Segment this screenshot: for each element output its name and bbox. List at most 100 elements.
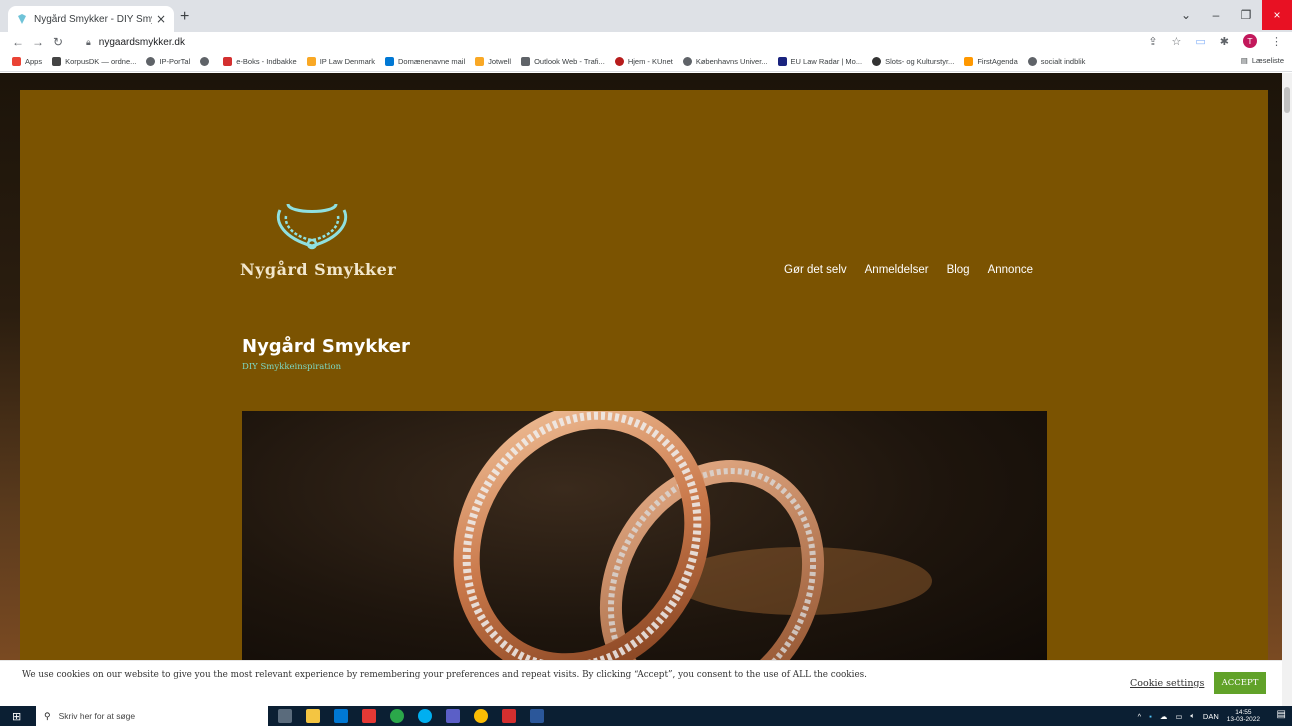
window-close-button[interactable]: × — [1262, 0, 1292, 30]
teams-app-icon[interactable] — [446, 709, 460, 723]
back-arrow-icon[interactable]: ← — [8, 35, 28, 49]
bookmark-favicon-icon — [475, 57, 485, 66]
share-icon[interactable]: ⇪ — [1148, 35, 1157, 48]
bookmark-star-icon[interactable]: ☆ — [1172, 35, 1182, 48]
task-view-icon[interactable] — [278, 709, 292, 723]
bookmark-item[interactable]: IP Law Denmark — [306, 57, 375, 66]
browser-tab-active[interactable]: Nygård Smykker - DIY Smykkeins × — [8, 6, 174, 32]
language-indicator[interactable]: DAN — [1203, 712, 1219, 721]
outlook-icon — [385, 57, 395, 66]
hero-image-rings — [242, 411, 1047, 660]
page-scrollbar[interactable] — [1282, 73, 1292, 706]
outlook-app-icon[interactable] — [334, 709, 348, 723]
volume-icon[interactable]: 🔈︎ — [1190, 711, 1195, 721]
system-tray: ^ ▪ ☁ ▭ 🔈︎ DAN 14:55 13-03-2022 — [1138, 709, 1260, 723]
windows-start-icon[interactable]: ⊞ — [12, 710, 21, 723]
cookie-message: We use cookies on our website to give yo… — [22, 670, 867, 680]
nav-item-diy[interactable]: Gør det selv — [784, 264, 847, 276]
bookmark-item[interactable]: Jotwell — [475, 57, 511, 66]
bookmark-item[interactable]: Slots- og Kulturstyr... — [872, 57, 954, 66]
forward-arrow-icon[interactable]: → — [28, 35, 48, 49]
globe-icon — [200, 57, 210, 66]
nav-item-ads[interactable]: Annonce — [988, 264, 1033, 276]
bookmark-favicon-icon — [52, 57, 62, 66]
logo-text: Nygård Smykker — [240, 260, 397, 279]
edge-app-icon[interactable] — [390, 709, 404, 723]
extension-doc-icon[interactable]: ▭ — [1195, 35, 1205, 48]
nav-item-blog[interactable]: Blog — [947, 264, 970, 276]
bookmark-item[interactable]: Domænenavne mail — [385, 57, 465, 66]
cookie-consent-bar: We use cookies on our website to give yo… — [0, 660, 1282, 706]
bookmark-item[interactable]: socialt indblik — [1027, 57, 1085, 66]
taskbar-search-box[interactable]: ⚲ Skriv her for at søge — [36, 706, 268, 726]
word-app-icon[interactable] — [530, 709, 544, 723]
page-viewport: Nygård Smykker Gør det selv Anmeldelser … — [0, 73, 1282, 660]
bookmark-favicon-icon — [964, 57, 974, 66]
reading-list-icon: ▤ — [1240, 56, 1248, 65]
reading-list-button[interactable]: ▤ Læseliste — [1241, 56, 1284, 65]
tab-close-icon[interactable]: × — [156, 12, 166, 26]
bookmark-item[interactable]: Outlook Web - Trafi... — [521, 57, 605, 66]
minimize-button[interactable]: – — [1200, 0, 1232, 30]
nav-item-reviews[interactable]: Anmeldelser — [865, 264, 929, 276]
site-header-area: Nygård Smykker Gør det selv Anmeldelser … — [20, 90, 1268, 660]
tab-strip: Nygård Smykker - DIY Smykkeins × + ⌄ – ❐… — [0, 0, 1292, 32]
bookmark-favicon-icon — [872, 57, 882, 66]
bookmark-favicon-icon — [306, 57, 316, 66]
tab-title: Nygård Smykker - DIY Smykkeins — [34, 13, 152, 25]
lock-icon: 🔒︎ — [86, 36, 91, 47]
network-icon[interactable]: ▭ — [1175, 712, 1182, 721]
bookmark-item[interactable]: Apps — [12, 57, 42, 66]
document-icon — [521, 57, 531, 66]
tray-chevron-icon[interactable]: ^ — [1138, 712, 1142, 721]
url-text: nygaardsmykker.dk — [98, 36, 185, 48]
cookie-settings-link[interactable]: Cookie settings — [1130, 678, 1204, 689]
globe-icon — [146, 57, 156, 66]
bookmark-item[interactable]: IP-PorTal — [146, 57, 190, 66]
accept-cookies-button[interactable]: ACCEPT — [1214, 672, 1266, 694]
browser-menu-icon[interactable]: ⋮ — [1271, 35, 1282, 48]
bookmark-favicon-icon — [614, 57, 624, 66]
extensions-puzzle-icon[interactable]: ✱ — [1220, 35, 1229, 48]
notification-center-icon[interactable]: ▤ — [1277, 709, 1286, 720]
bookmark-item[interactable]: Københavns Univer... — [682, 57, 768, 66]
eboks-icon — [223, 57, 233, 66]
apps-grid-icon — [12, 57, 21, 66]
main-nav: Gør det selv Anmeldelser Blog Annonce — [784, 264, 1033, 276]
site-tagline: DIY Smykkeinspiration — [242, 362, 342, 372]
taskbar-clock[interactable]: 14:55 13-03-2022 — [1227, 709, 1260, 723]
reload-icon[interactable]: ↻ — [48, 35, 68, 49]
bookmark-item[interactable]: FirstAgenda — [964, 57, 1018, 66]
bookmark-favicon-icon — [777, 57, 787, 66]
taskbar-search-placeholder: Skriv her for at søge — [58, 711, 136, 721]
onenote-app-icon[interactable] — [362, 709, 376, 723]
site-title[interactable]: Nygård Smykker — [242, 336, 410, 357]
browser-toolbar: ← → ↻ 🔒︎ nygaardsmykker.dk ⇪ ☆ ▭ ✱ T ⋮ — [0, 32, 1292, 52]
tray-app-icon[interactable]: ▪ — [1149, 712, 1152, 721]
new-tab-button[interactable]: + — [180, 8, 189, 26]
restore-button[interactable]: ❐ — [1230, 0, 1262, 30]
address-bar[interactable]: 🔒︎ nygaardsmykker.dk — [86, 34, 185, 50]
site-favicon-icon — [16, 13, 28, 25]
clock-date: 13-03-2022 — [1226, 716, 1260, 723]
bookmark-item[interactable]: Hjem - KUnet — [614, 57, 673, 66]
skype-app-icon[interactable] — [418, 709, 432, 723]
onedrive-cloud-icon[interactable]: ☁ — [1160, 712, 1168, 721]
bookmark-item[interactable] — [200, 57, 213, 66]
acrobat-app-icon[interactable] — [502, 709, 516, 723]
file-explorer-icon[interactable] — [306, 709, 320, 723]
clock-time: 14:55 — [1235, 709, 1252, 716]
bookmark-item[interactable]: KorpusDK — ordne... — [52, 57, 136, 66]
necklace-logo-icon — [277, 203, 347, 250]
chrome-app-icon[interactable] — [474, 709, 488, 723]
search-icon: ⚲ — [44, 710, 51, 721]
bookmark-item[interactable]: e-Boks - Indbakke — [223, 57, 297, 66]
site-logo[interactable]: Nygård Smykker — [240, 200, 400, 279]
bookmarks-bar: Apps KorpusDK — ordne... IP-PorTal e-Bok… — [0, 52, 1292, 72]
globe-icon — [1027, 57, 1037, 66]
globe-icon — [682, 57, 692, 66]
scrollbar-thumb[interactable] — [1284, 87, 1290, 113]
profile-avatar[interactable]: T — [1243, 34, 1257, 48]
tab-search-button[interactable]: ⌄ — [1170, 0, 1202, 30]
bookmark-item[interactable]: EU Law Radar | Mo... — [777, 57, 862, 66]
